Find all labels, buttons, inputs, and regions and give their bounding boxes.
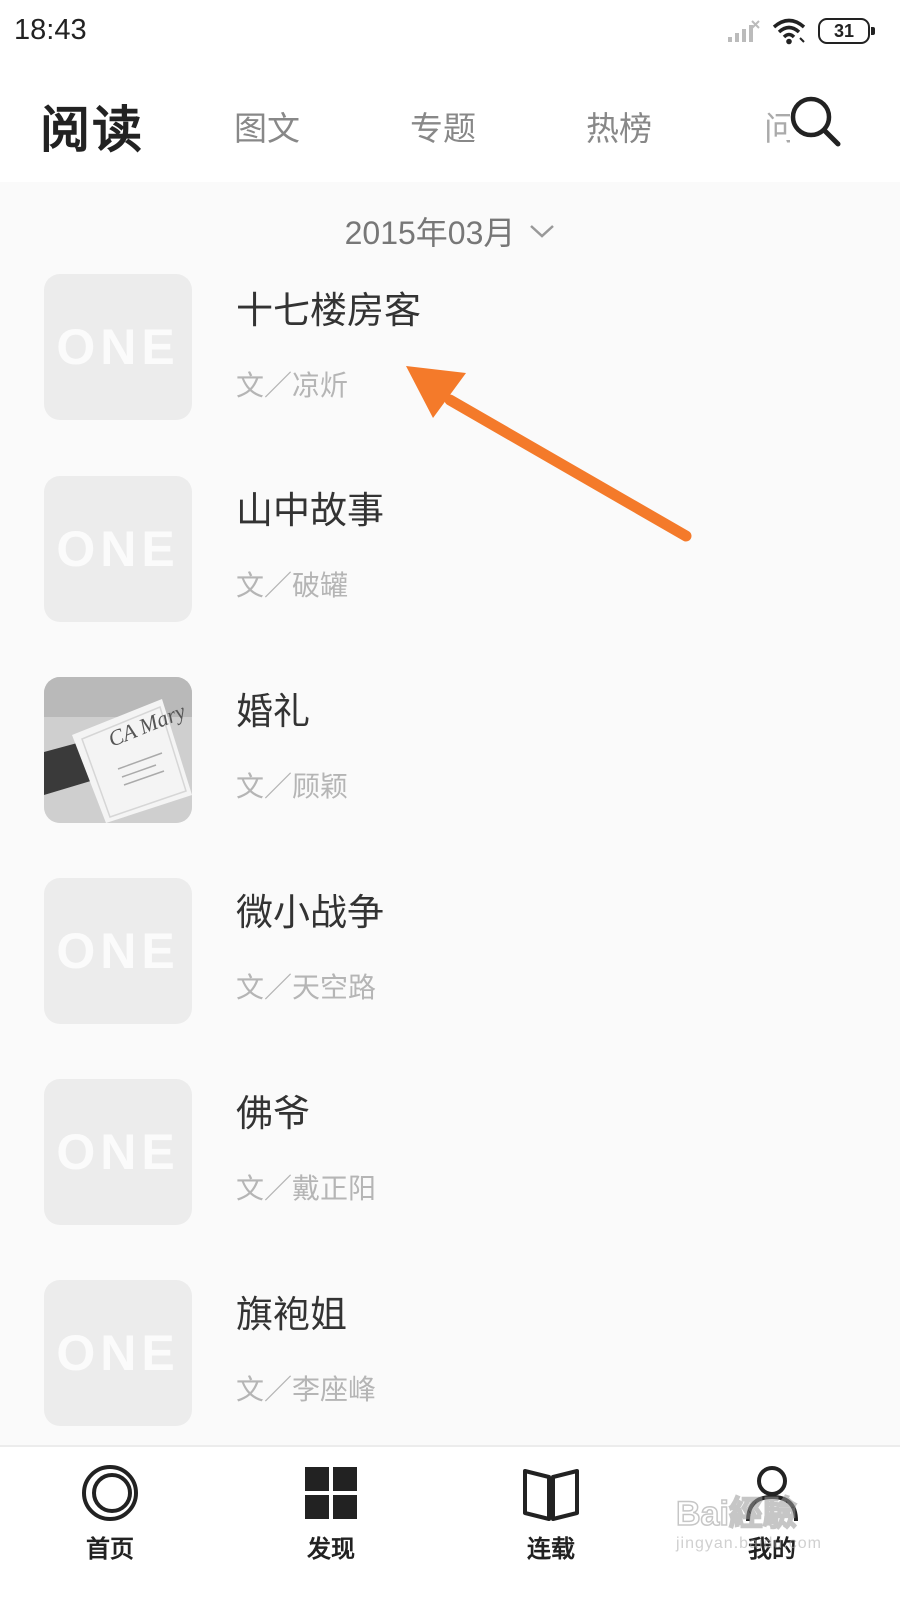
article-author: 文／凉炘 [236, 369, 349, 402]
article-title: 旗袍姐 [236, 1293, 347, 1336]
article-item[interactable]: CA Mary 婚礼 文／顾颖 [0, 677, 900, 827]
article-author: 文／戴正阳 [236, 1172, 377, 1205]
chevron-down-icon [530, 225, 555, 238]
article-title: 婚礼 [236, 690, 310, 733]
book-icon [523, 1469, 579, 1521]
article-item[interactable]: ONE 微小战争 文／天空路 [0, 878, 900, 1028]
one-logo: ONE [56, 521, 180, 577]
wedding-card-image: CA Mary [44, 677, 192, 823]
nav-label: 连载 [527, 1535, 575, 1563]
nav-profile[interactable]: 我的 [712, 1447, 832, 1600]
bottom-nav: 首页 发现 连载 我的 [0, 1445, 900, 1600]
tab-hot-list[interactable]: 热榜 [586, 102, 652, 150]
article-author: 文／破罐 [236, 569, 349, 602]
battery-icon: 31 [818, 18, 875, 44]
nav-label: 发现 [307, 1535, 355, 1563]
signal-icon [728, 20, 760, 42]
status-bar: 18:43 31 [0, 0, 900, 64]
home-circle-icon [82, 1465, 138, 1521]
one-logo: ONE [56, 923, 180, 979]
page-title: 阅读 [40, 101, 144, 159]
article-title: 佛爷 [236, 1092, 310, 1135]
date-label: 2015年03月 [344, 215, 516, 251]
article-thumbnail: ONE [44, 274, 192, 420]
article-item[interactable]: ONE 佛爷 文／戴正阳 [0, 1079, 900, 1229]
article-item[interactable]: ONE 山中故事 文／破罐 [0, 476, 900, 626]
nav-label: 我的 [748, 1535, 796, 1563]
tab-image-text[interactable]: 图文 [234, 102, 300, 150]
article-item[interactable]: ONE 十七楼房客 文／凉炘 [0, 274, 900, 426]
date-selector[interactable]: 2015年03月 [0, 208, 900, 254]
article-thumbnail: ONE [44, 1280, 192, 1426]
article-title: 山中故事 [236, 489, 384, 532]
article-thumbnail-photo: CA Mary [44, 677, 192, 823]
one-logo: ONE [56, 1124, 180, 1180]
nav-home[interactable]: 首页 [50, 1447, 170, 1600]
person-icon [746, 1466, 798, 1522]
header: 阅读 图文 专题 热榜 问 [0, 64, 900, 182]
article-title: 十七楼房客 [236, 289, 421, 332]
nav-serial[interactable]: 连载 [491, 1447, 611, 1600]
article-title: 微小战争 [236, 891, 384, 934]
article-thumbnail: ONE [44, 878, 192, 1024]
status-time: 18:43 [14, 14, 87, 46]
one-logo: ONE [56, 1325, 180, 1381]
grid-icon [305, 1467, 357, 1519]
nav-label: 首页 [86, 1535, 134, 1563]
status-icons: 31 [726, 16, 875, 46]
article-thumbnail: ONE [44, 476, 192, 622]
tab-questions[interactable]: 问 [764, 102, 790, 150]
article-author: 文／顾颖 [236, 770, 349, 803]
article-author: 文／天空路 [236, 971, 377, 1004]
article-thumbnail: ONE [44, 1079, 192, 1225]
one-logo: ONE [56, 319, 180, 375]
article-author: 文／李座峰 [236, 1373, 377, 1406]
article-item[interactable]: ONE 旗袍姐 文／李座峰 [0, 1280, 900, 1430]
nav-discover[interactable]: 发现 [271, 1447, 391, 1600]
wifi-icon [772, 18, 806, 45]
tab-topics[interactable]: 专题 [410, 102, 476, 150]
search-icon[interactable] [788, 94, 842, 148]
